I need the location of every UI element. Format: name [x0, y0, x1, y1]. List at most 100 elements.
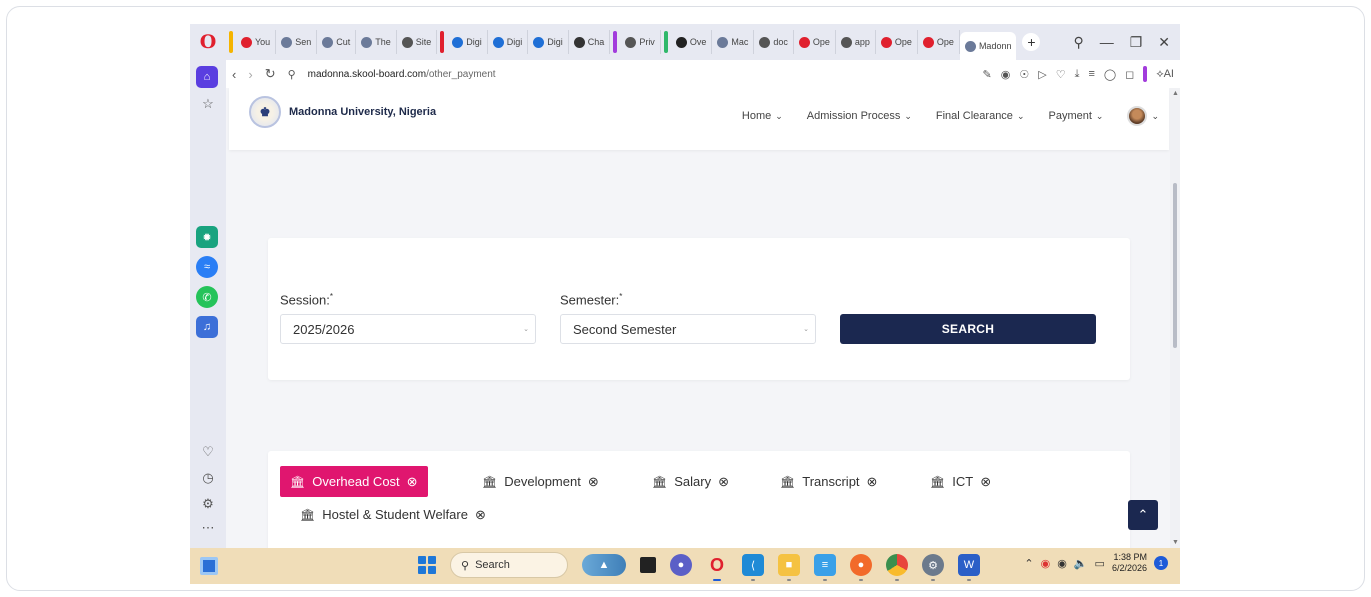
music-player-icon[interactable]: ♫ — [196, 316, 218, 338]
browser-tab[interactable]: Mac — [712, 30, 755, 54]
opera-logo-icon[interactable]: O — [190, 24, 226, 60]
minimize-icon[interactable]: — — [1100, 34, 1114, 50]
browser-tab[interactable]: Sen — [276, 30, 318, 54]
defender-icon[interactable]: ◉ — [1041, 557, 1051, 570]
camera-icon[interactable]: ◉ — [1001, 68, 1011, 81]
search-tabs-icon[interactable]: ⚲ — [1073, 34, 1083, 51]
notepad-icon[interactable]: ≡ — [814, 554, 836, 581]
easy-setup-icon[interactable]: ≡ — [1088, 68, 1094, 80]
send-icon[interactable]: ▷ — [1038, 68, 1046, 81]
chat-icon[interactable]: ● — [670, 554, 692, 576]
browser-tab-active[interactable]: Madonn — [959, 32, 1017, 60]
close-icon[interactable]: ✕ — [1158, 34, 1170, 51]
browser-tab[interactable]: doc — [754, 30, 794, 54]
browser-tab[interactable]: Ope — [918, 30, 960, 54]
more-icon[interactable]: ⋯ — [198, 518, 218, 538]
payment-tab-development[interactable]: 🏛 Development ⊗ — [472, 466, 609, 497]
payment-tab-ict[interactable]: 🏛 ICT ⊗ — [920, 466, 1001, 497]
restore-icon[interactable]: ❐ — [1130, 34, 1143, 51]
shield-icon[interactable]: ☉ — [1019, 68, 1029, 81]
reload-icon[interactable]: ↻ — [265, 66, 276, 82]
browser-tab[interactable]: Ove — [671, 30, 713, 54]
browser-tab[interactable]: Ope — [794, 30, 836, 54]
bank-icon: 🏛 — [780, 474, 796, 489]
browser-tab[interactable]: Digi — [528, 30, 569, 54]
battery-icon[interactable]: ▭ — [1095, 557, 1105, 570]
vscode-icon[interactable]: ⟨ — [742, 554, 764, 581]
back-to-top-button[interactable]: ⌃ — [1128, 500, 1158, 530]
tab-favicon-icon — [241, 36, 252, 48]
chatgpt-icon[interactable]: ✹ — [196, 226, 218, 248]
scroll-down-icon[interactable]: ▼ — [1172, 539, 1179, 546]
start-button[interactable] — [418, 556, 436, 574]
brand[interactable]: ♚ Madonna University, Nigeria — [249, 96, 436, 128]
url-field[interactable]: madonna.skool-board.com/other_payment — [308, 69, 971, 80]
address-bar-tools: ✎ ◉ ☉ ▷ ♡ ⤓ ≡ ◯ ◻ ⟡AI — [983, 66, 1174, 82]
clock[interactable]: 1:38 PM 6/2/2026 — [1112, 552, 1147, 574]
whatsapp-icon[interactable]: ✆ — [196, 286, 218, 308]
messenger-icon[interactable]: ≈ — [196, 256, 218, 278]
pinboard-icon[interactable]: ☆ — [198, 94, 218, 114]
close-circle-icon[interactable]: ⊗ — [718, 474, 729, 490]
heart-icon[interactable]: ♡ — [1056, 68, 1066, 81]
opera-app-icon[interactable]: O — [706, 554, 728, 581]
workspace-home-icon[interactable]: ⌂ — [196, 66, 218, 88]
browser-tab[interactable]: Digi — [447, 30, 488, 54]
settings-app-icon[interactable]: ⚙ — [922, 554, 944, 581]
browser-tab[interactable]: You — [236, 30, 277, 54]
history-icon[interactable]: ◷ — [198, 468, 218, 488]
settings-icon[interactable]: ⚙ — [198, 494, 218, 514]
news-thumbnail-icon[interactable]: ▲ — [582, 554, 626, 576]
notification-badge[interactable]: 1 — [1154, 556, 1168, 570]
session-select[interactable]: 2025/2026 ⌄ — [280, 314, 536, 344]
firefox-icon[interactable]: ● — [850, 554, 872, 581]
chrome-icon[interactable] — [886, 554, 908, 581]
semester-select[interactable]: Second Semester ⌄ — [560, 314, 816, 344]
page-scrollbar[interactable]: ▲ ▼ — [1170, 88, 1180, 548]
chevron-up-icon[interactable]: ⌃ — [1024, 557, 1033, 570]
brand-name: Madonna University, Nigeria — [289, 106, 437, 118]
profile-icon[interactable]: ◯ — [1104, 68, 1116, 81]
browser-tab[interactable]: Cut — [317, 30, 357, 54]
file-explorer-icon[interactable]: ■ — [778, 554, 800, 581]
new-tab-button[interactable]: + — [1022, 33, 1041, 51]
browser-tab[interactable]: Ope — [876, 30, 918, 54]
download-icon[interactable]: ⤓ — [1075, 68, 1080, 81]
nav-payment[interactable]: Payment ⌄ — [1048, 110, 1103, 122]
payment-tab-transcript[interactable]: 🏛 Transcript ⊗ — [770, 466, 887, 497]
nav-final-clearance[interactable]: Final Clearance ⌄ — [936, 110, 1025, 122]
close-circle-icon[interactable]: ⊗ — [867, 474, 878, 490]
aria-ai-button[interactable]: ⟡AI — [1156, 68, 1174, 81]
wifi-icon[interactable]: ◉ — [1057, 557, 1067, 570]
nav-home[interactable]: Home ⌄ — [742, 110, 783, 122]
browser-tab[interactable]: Site — [397, 30, 438, 54]
extensions-icon[interactable]: ◻ — [1125, 68, 1134, 81]
volume-icon[interactable]: 🔈 — [1074, 557, 1088, 570]
taskbar-search[interactable]: ⚲ Search — [450, 552, 568, 578]
word-icon[interactable]: W — [958, 554, 980, 581]
scroll-up-icon[interactable]: ▲ — [1172, 90, 1179, 97]
user-menu[interactable]: ⌄ — [1127, 106, 1159, 126]
payment-tab-overhead-cost[interactable]: 🏛 Overhead Cost ⊗ — [280, 466, 428, 497]
close-circle-icon[interactable]: ⊗ — [475, 507, 486, 523]
browser-tab[interactable]: Digi — [488, 30, 529, 54]
edit-icon[interactable]: ✎ — [983, 68, 992, 81]
tab-label: Cut — [336, 37, 351, 47]
nav-admission-process[interactable]: Admission Process ⌄ — [807, 110, 912, 122]
payment-tab-salary[interactable]: 🏛 Salary ⊗ — [642, 466, 739, 497]
close-circle-icon[interactable]: ⊗ — [407, 474, 418, 490]
close-circle-icon[interactable]: ⊗ — [588, 474, 599, 490]
payment-tab-hostel-student-welfare[interactable]: 🏛 Hostel & Student Welfare ⊗ — [290, 499, 496, 530]
browser-tab[interactable]: Cha — [569, 30, 611, 54]
search-button[interactable]: SEARCH — [840, 314, 1096, 344]
widgets-icon[interactable] — [200, 557, 218, 575]
close-circle-icon[interactable]: ⊗ — [980, 474, 991, 490]
browser-tab[interactable]: The — [356, 30, 397, 54]
browser-tab[interactable]: Priv — [620, 30, 661, 54]
forward-icon[interactable]: › — [248, 67, 252, 82]
browser-tab[interactable]: app — [836, 30, 876, 54]
favorites-icon[interactable]: ♡ — [198, 442, 218, 462]
task-view-icon[interactable] — [640, 557, 656, 573]
scroll-thumb[interactable] — [1173, 183, 1177, 348]
back-icon[interactable]: ‹ — [232, 67, 236, 82]
